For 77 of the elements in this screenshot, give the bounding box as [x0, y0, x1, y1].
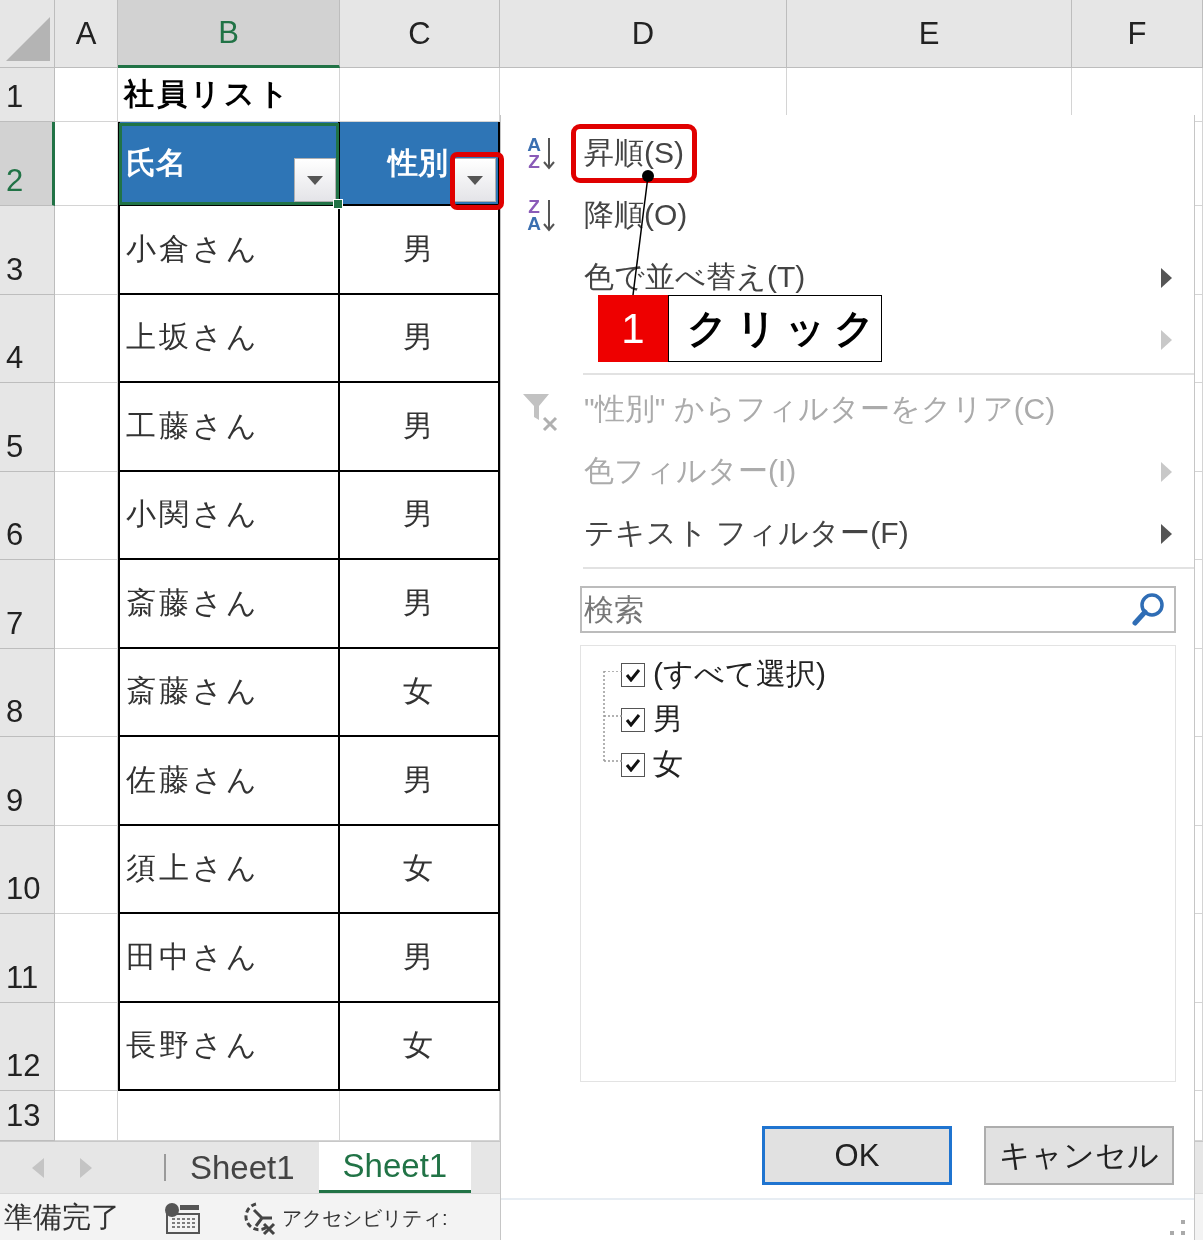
- row-header[interactable]: 7: [0, 560, 55, 649]
- checkmark-icon: [625, 667, 641, 682]
- grid-cell[interactable]: [55, 560, 118, 649]
- table-cell: 斎藤さん: [118, 560, 340, 649]
- checkbox[interactable]: [621, 707, 645, 732]
- callout-label: クリック: [668, 295, 882, 362]
- grid-cell[interactable]: [55, 737, 118, 826]
- cancel-button[interactable]: キャンセル: [984, 1126, 1174, 1185]
- column-header[interactable]: C: [340, 0, 500, 68]
- row-header[interactable]: 6: [0, 471, 55, 560]
- row-header[interactable]: 1: [0, 68, 55, 122]
- row-header[interactable]: 5: [0, 383, 55, 472]
- caret-icon: [307, 175, 323, 185]
- grid-cell[interactable]: [55, 648, 118, 737]
- value-label[interactable]: 男: [653, 699, 683, 740]
- ok-button[interactable]: OK: [762, 1126, 952, 1185]
- row-header[interactable]: 12: [0, 1002, 55, 1091]
- menu-item[interactable]: 降順(O): [584, 194, 688, 236]
- row-header[interactable]: 9: [0, 737, 55, 826]
- filter-dropdown-button[interactable]: [294, 158, 336, 202]
- grid-cell[interactable]: [55, 471, 118, 560]
- submenu-arrow-icon: [1161, 524, 1172, 544]
- grid-cell[interactable]: [55, 825, 118, 914]
- row-header[interactable]: 2: [0, 122, 55, 206]
- step-number: 1: [598, 295, 668, 362]
- row-header[interactable]: 3: [0, 206, 55, 295]
- filter-dropdown-button[interactable]: [454, 158, 496, 202]
- search-icon: [1132, 592, 1166, 626]
- table-cell: 斎藤さん: [118, 648, 340, 737]
- column-header[interactable]: F: [1072, 0, 1203, 68]
- header-label: 氏名: [126, 144, 186, 181]
- grid-cell[interactable]: [55, 206, 118, 295]
- status-text: 準備完了: [3, 1200, 120, 1235]
- value-label[interactable]: (すべて選択): [653, 654, 826, 695]
- resize-grip-icon[interactable]: [1170, 1220, 1186, 1236]
- row-header[interactable]: 4: [0, 294, 55, 383]
- column-header[interactable]: D: [500, 0, 787, 68]
- row-header[interactable]: 8: [0, 648, 55, 737]
- value-label[interactable]: 女: [653, 744, 683, 785]
- menu-item[interactable]: テキスト フィルター(F): [584, 512, 909, 554]
- column-header[interactable]: A: [55, 0, 118, 68]
- table-cell: 工藤さん: [118, 383, 340, 472]
- clear-filter-icon: [522, 392, 560, 432]
- scroll-left-icon[interactable]: [32, 1157, 44, 1178]
- table-cell: 小関さん: [118, 471, 340, 560]
- search-field[interactable]: 検索: [580, 586, 1176, 633]
- checkmark-icon: [625, 757, 641, 772]
- row-header[interactable]: 11: [0, 914, 55, 1003]
- scroll-right-icon[interactable]: [80, 1157, 92, 1178]
- sheet-tab[interactable]: Sheet1: [318, 1142, 472, 1193]
- row-header[interactable]: 10: [0, 825, 55, 914]
- table-cell: 小倉さん: [118, 206, 340, 295]
- table-cell: 佐藤さん: [118, 737, 340, 826]
- grid-cell[interactable]: [55, 383, 118, 472]
- sheet-tab[interactable]: Sheet1: [166, 1142, 319, 1193]
- accessibility-status[interactable]: アクセシビリティ:: [282, 1204, 448, 1232]
- macro-record-icon[interactable]: [164, 1202, 200, 1234]
- grid-cell[interactable]: [55, 68, 118, 122]
- table-cell: 田中さん: [118, 914, 340, 1003]
- column-header[interactable]: B: [118, 0, 340, 68]
- table-cell: 上坂さん: [118, 294, 340, 383]
- row-header[interactable]: 13: [0, 1091, 55, 1141]
- submenu-arrow-icon: [1161, 268, 1172, 288]
- table-cell: 須上さん: [118, 825, 340, 914]
- table-cell: 長野さん: [118, 1002, 340, 1091]
- grid-cell[interactable]: [55, 914, 118, 1003]
- checkbox[interactable]: [621, 752, 645, 777]
- column-header[interactable]: E: [787, 0, 1072, 68]
- header-label: 性別: [388, 144, 448, 181]
- checkmark-icon: [625, 712, 641, 727]
- caret-icon: [467, 175, 483, 185]
- menu-item[interactable]: 昇順(S): [571, 123, 697, 183]
- select-all-icon[interactable]: [6, 17, 50, 61]
- submenu-arrow-icon: [1161, 462, 1172, 482]
- grid-cell[interactable]: [55, 1002, 118, 1091]
- checkbox[interactable]: [621, 662, 645, 687]
- grid-cell[interactable]: [55, 294, 118, 383]
